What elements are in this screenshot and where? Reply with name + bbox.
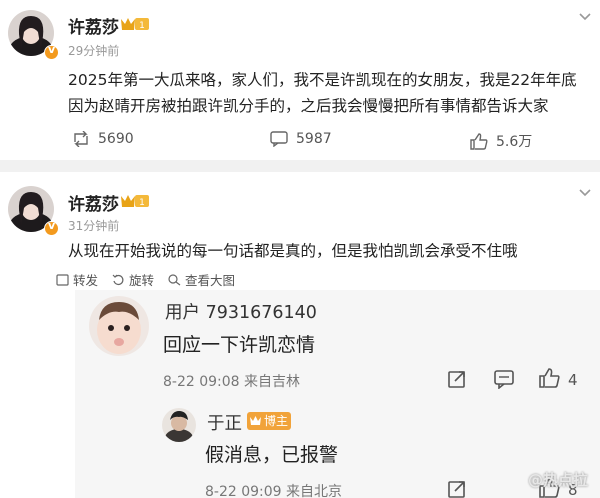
comment-button[interactable]: 5987 [270, 131, 332, 147]
svg-text:1: 1 [139, 198, 145, 208]
zoom-icon [168, 273, 181, 285]
replier-name[interactable]: 于正 [207, 410, 242, 435]
comment-meta: 8-22 09:08 来自吉林 [163, 374, 301, 390]
reply-text: 假消息，已报警 [205, 444, 339, 466]
username[interactable]: 许荔莎 [68, 13, 119, 38]
thumbs-up-icon[interactable] [539, 368, 560, 388]
svg-text:1: 1 [139, 21, 145, 31]
post-time: 29分钟前 [68, 44, 120, 58]
thumbs-up-icon [470, 132, 488, 150]
verified-icon [44, 43, 59, 60]
username[interactable]: 许荔莎 [68, 190, 119, 215]
repost-button[interactable]: 5690 [72, 131, 134, 147]
like-button[interactable]: 5.6万 [470, 131, 532, 151]
share-icon[interactable] [447, 369, 467, 389]
chevron-down-icon[interactable] [578, 10, 592, 24]
crown-icon [250, 416, 261, 425]
watermark: @热点拉 [527, 471, 588, 489]
chevron-down-icon[interactable] [578, 186, 592, 200]
post-card-1: 许荔莎 1 29分钟前 2025年第一大瓜来咯，家人们，我不是许凯现在的女朋友，… [0, 0, 600, 160]
rotate-icon [112, 274, 124, 285]
crown-level-icon: 1 [121, 18, 149, 31]
like-count: 5.6万 [496, 134, 533, 150]
comment-icon[interactable] [494, 370, 514, 389]
comment-like-count: 4 [568, 371, 578, 389]
rotate-button[interactable]: 旋转 [112, 270, 154, 289]
share-icon[interactable] [447, 479, 467, 498]
replier-avatar[interactable] [162, 408, 196, 442]
repost-image-button[interactable]: 转发 [56, 270, 98, 289]
post-actions: 5690 5987 5.6万 [0, 123, 600, 159]
crown-level-icon: 1 [121, 195, 149, 208]
repost-count: 5690 [98, 131, 134, 147]
image-toolbar: 转发 旋转 查看大图 [56, 270, 235, 289]
verified-icon [44, 219, 59, 236]
post-content: 2025年第一大瓜来咯，家人们，我不是许凯现在的女朋友，我是22年年底因为赵晴开… [68, 71, 577, 115]
commenter-name[interactable]: 用户 7931676140 [165, 299, 317, 324]
comment-text: 回应一下许凯恋情 [163, 334, 316, 356]
post-time: 31分钟前 [68, 219, 120, 233]
reply-meta: 8-22 09:09 来自北京 [205, 484, 343, 498]
commenter-avatar[interactable] [89, 296, 149, 356]
repost-icon [56, 273, 69, 286]
repost-icon [74, 131, 88, 147]
comment-screenshot: 用户 7931676140 回应一下许凯恋情 8-22 09:08 来自吉林 4… [75, 290, 600, 498]
view-large-image-button[interactable]: 查看大图 [168, 270, 235, 289]
comment-count: 5987 [296, 131, 332, 147]
comment-icon [270, 131, 288, 147]
post-content: 从现在开始我说的每一句话都是真的，但是我怕凯凯会承受不住哦 [68, 242, 518, 260]
divider [0, 160, 600, 172]
blogger-badge: 博主 [247, 412, 291, 430]
